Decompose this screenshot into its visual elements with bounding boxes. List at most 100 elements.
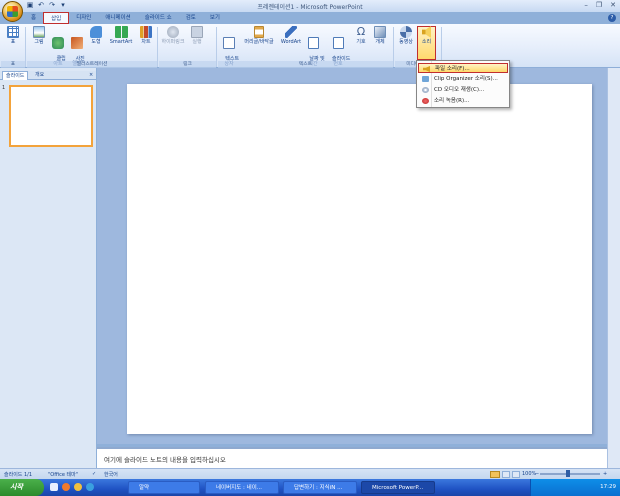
slide-number: 1: [2, 85, 6, 91]
menu-item-clip-organizer-sound[interactable]: Clip Organizer 소리(S)...: [418, 74, 508, 84]
slide-number-button[interactable]: 슬라이드 번호: [324, 26, 352, 67]
clipart-button[interactable]: 클립 아트: [49, 26, 67, 67]
taskbar-item[interactable]: 네이버지도 : 네이...: [205, 481, 279, 494]
wordart-icon: [285, 26, 297, 38]
zoom-out-icon[interactable]: −: [535, 471, 539, 477]
quick-launch-icon[interactable]: [50, 483, 58, 491]
quick-launch-icon[interactable]: [86, 483, 94, 491]
help-icon[interactable]: ?: [608, 14, 616, 22]
action-button[interactable]: 실행: [188, 26, 206, 60]
chart-button[interactable]: 차트: [137, 26, 155, 60]
office-logo-icon: [7, 6, 18, 17]
window-title: 프레젠테이션1 - Microsoft PowerPoint: [257, 4, 363, 11]
table-button[interactable]: 표: [4, 26, 22, 60]
slide-sorter-icon[interactable]: [502, 471, 510, 478]
title-bar: ▣ ↶ ↷ ▾ 프레젠테이션1 - Microsoft PowerPoint –…: [0, 0, 620, 12]
taskbar-item[interactable]: 알약: [128, 481, 200, 494]
wordart-button[interactable]: WordArt: [279, 26, 303, 60]
office-button[interactable]: [2, 1, 23, 22]
system-tray: 17:29: [530, 479, 620, 496]
tab-insert[interactable]: 삽입: [43, 12, 70, 24]
sound-icon: [422, 26, 431, 38]
ribbon: 표 그림 클립 아트 사진 앨범 도형 SmartArt 차트 표 일러스트레이…: [0, 24, 620, 68]
close-button[interactable]: ✕: [610, 1, 616, 9]
datetime-icon: [307, 37, 319, 49]
slide-editing-area: [97, 68, 607, 444]
close-panel-icon[interactable]: ×: [86, 71, 96, 80]
taskbar-item-active[interactable]: Microsoft PowerP...: [361, 481, 435, 494]
minimize-button[interactable]: –: [584, 1, 588, 9]
normal-view-icon[interactable]: [490, 471, 500, 478]
group-label-table: 표: [1, 61, 25, 68]
ribbon-tabs: 홈 삽입 디자인 애니메이션 슬라이드 쇼 검토 보기: [24, 12, 227, 24]
quick-launch-icon[interactable]: [62, 483, 70, 491]
chart-icon: [140, 26, 152, 38]
notes-pane[interactable]: 여기에 슬라이드 노트의 내용을 입력하십시오: [97, 447, 607, 468]
cd-audio-icon: [422, 87, 429, 93]
slide-canvas[interactable]: [127, 84, 592, 434]
tab-slideshow[interactable]: 슬라이드 쇼: [138, 12, 179, 24]
notes-placeholder: 여기에 슬라이드 노트의 내용을 입력하십시오: [104, 456, 226, 464]
movie-icon: [400, 26, 412, 38]
taskbar-item[interactable]: 답변하기 : 지식iN ...: [283, 481, 357, 494]
slide-thumbnail[interactable]: [9, 85, 93, 147]
zoom-in-icon[interactable]: +: [603, 471, 607, 477]
textbox-icon: [223, 37, 235, 49]
spell-check-icon[interactable]: ✓: [92, 471, 96, 477]
textbox-button[interactable]: 텍스트 상자: [218, 26, 240, 67]
object-button[interactable]: 개체: [371, 26, 389, 60]
photo-album-button[interactable]: 사진 앨범: [68, 26, 86, 67]
movie-button[interactable]: 동영상: [396, 26, 416, 60]
zoom-slider-handle[interactable]: [566, 470, 570, 477]
record-icon: [422, 98, 429, 104]
slide-info: 슬라이드 1/1: [4, 472, 33, 478]
shapes-button[interactable]: 도형: [87, 26, 105, 60]
tab-animations[interactable]: 애니메이션: [98, 12, 137, 24]
shapes-icon: [90, 26, 102, 38]
datetime-button[interactable]: 날짜 및 시간: [303, 26, 325, 67]
action-icon: [191, 26, 203, 38]
theme-name: "Office 테마": [48, 472, 78, 478]
vertical-scrollbar[interactable]: [607, 68, 620, 468]
quick-launch-icon[interactable]: [74, 483, 82, 491]
hyperlink-button[interactable]: 하이퍼링크: [160, 26, 186, 60]
object-icon: [374, 26, 386, 38]
sound-button[interactable]: 소리: [417, 26, 436, 60]
header-footer-icon: [254, 26, 264, 38]
ribbon-separator: [157, 27, 158, 67]
picture-button[interactable]: 그림: [30, 26, 48, 60]
ribbon-separator: [25, 27, 26, 67]
speaker-icon: [423, 66, 430, 72]
tab-design[interactable]: 디자인: [69, 12, 98, 24]
smartart-button[interactable]: SmartArt: [107, 26, 135, 60]
symbol-icon: Ω: [356, 25, 366, 38]
menu-item-record-sound[interactable]: 소리 녹음(R)...: [418, 96, 508, 106]
sound-dropdown-menu: 파일 소리(F)... Clip Organizer 소리(S)... CD 오…: [416, 60, 510, 108]
language: 한국어: [104, 472, 118, 478]
smartart-icon: [114, 26, 128, 38]
tab-outline[interactable]: 개요: [32, 71, 47, 80]
restore-button[interactable]: ❐: [596, 1, 602, 9]
tab-slides[interactable]: 슬라이드: [2, 71, 29, 80]
slideshow-view-icon[interactable]: [512, 471, 520, 478]
tab-review[interactable]: 검토: [179, 12, 203, 24]
clipart-icon: [52, 37, 64, 49]
symbol-button[interactable]: Ω 기호: [352, 26, 370, 60]
picture-icon: [33, 26, 45, 38]
taskbar: 시작 알약 네이버지도 : 네이... 답변하기 : 지식iN ... Micr…: [0, 479, 620, 496]
table-icon: [7, 26, 19, 38]
hyperlink-icon: [167, 26, 179, 38]
window-controls: – ❐ ✕: [584, 1, 616, 9]
group-label-links: 링크: [159, 61, 216, 68]
tab-home[interactable]: 홈: [24, 12, 43, 24]
group-label-illustrations: 일러스트레이션: [27, 61, 157, 68]
header-footer-button[interactable]: 머리글/바닥글: [240, 26, 278, 60]
menu-item-cd-audio[interactable]: CD 오디오 재생(C)...: [418, 85, 508, 95]
start-button[interactable]: 시작: [0, 479, 44, 496]
menu-item-sound-from-file[interactable]: 파일 소리(F)...: [418, 63, 508, 73]
slides-panel-tabs: 슬라이드 개요 ×: [0, 71, 96, 80]
tab-view[interactable]: 보기: [203, 12, 227, 24]
zoom-slider[interactable]: [540, 473, 600, 475]
group-label-text: 텍스트: [218, 61, 393, 68]
ribbon-separator: [393, 27, 394, 67]
